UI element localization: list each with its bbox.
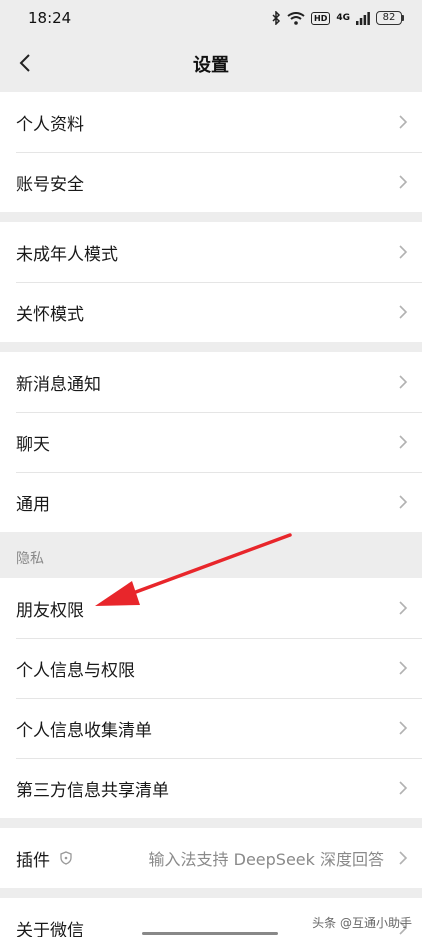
status-time: 18:24 [28,9,72,27]
general-group: 新消息通知 聊天 通用 [0,352,422,532]
battery-level: 82 [376,11,402,25]
settings-item-label: 关怀模式 [16,304,84,325]
settings-item-personal-info-permissions[interactable]: 个人信息与权限 [0,638,422,698]
settings-item-third-party-sharing-list[interactable]: 第三方信息共享清单 [0,758,422,818]
chevron-right-icon [399,305,408,319]
settings-item-account-security[interactable]: 账号安全 [0,152,422,212]
status-bar: 18:24 HD 4G 82 [0,0,422,36]
chevron-right-icon [399,661,408,675]
account-group: 个人资料 账号安全 [0,92,422,212]
settings-item-label: 账号安全 [16,174,84,195]
settings-item-label: 个人资料 [16,114,84,135]
bluetooth-icon [272,11,281,25]
page-title: 设置 [193,55,229,76]
modes-group: 未成年人模式 关怀模式 [0,222,422,342]
chevron-right-icon [399,721,408,735]
settings-item-care-mode[interactable]: 关怀模式 [0,282,422,342]
back-button[interactable] [10,48,40,78]
settings-item-profile[interactable]: 个人资料 [0,92,422,152]
settings-item-label: 新消息通知 [16,374,101,395]
settings-item-label: 未成年人模式 [16,244,118,265]
plugins-group: 插件 输入法支持 DeepSeek 深度回答 [0,828,422,888]
privacy-group: 朋友权限 个人信息与权限 个人信息收集清单 第三方信息共享清单 [0,578,422,818]
chevron-right-icon [399,781,408,795]
chevron-right-icon [399,375,408,389]
privacy-section-header: 隐私 [16,551,44,567]
shield-icon [60,851,72,865]
chevron-right-icon [399,601,408,615]
settings-item-label: 通用 [16,494,50,515]
chevron-right-icon [399,245,408,259]
wifi-icon [287,11,305,25]
status-icons: HD 4G 82 [272,11,404,25]
settings-item-label: 朋友权限 [16,600,84,621]
chevron-right-icon [399,175,408,189]
settings-item-label: 关于微信 [16,920,84,937]
settings-item-general[interactable]: 通用 [0,472,422,532]
settings-item-minor-mode[interactable]: 未成年人模式 [0,222,422,282]
settings-item-info-collection-list[interactable]: 个人信息收集清单 [0,698,422,758]
chevron-right-icon [399,435,408,449]
settings-item-notifications[interactable]: 新消息通知 [0,352,422,412]
battery-icon: 82 [376,11,404,25]
settings-item-plugins[interactable]: 插件 输入法支持 DeepSeek 深度回答 [0,828,422,888]
settings-item-label: 第三方信息共享清单 [16,780,169,801]
settings-item-label: 个人信息收集清单 [16,720,152,741]
back-arrow-icon [19,54,30,72]
settings-item-label: 聊天 [16,434,50,455]
chevron-right-icon [399,851,408,865]
signal-icon [356,11,370,25]
chevron-right-icon [399,495,408,509]
home-indicator[interactable] [142,932,278,935]
chevron-right-icon [399,115,408,129]
watermark: 头条 @互通小助手 [312,916,412,930]
settings-item-chat[interactable]: 聊天 [0,412,422,472]
hd-badge: HD [311,11,331,25]
network-type: 4G [336,12,350,23]
plugins-value: 输入法支持 DeepSeek 深度回答 [148,850,384,869]
settings-item-label: 个人信息与权限 [16,660,135,681]
nav-bar: 设置 [0,36,422,92]
settings-item-label: 插件 [16,850,50,871]
settings-item-friend-permissions[interactable]: 朋友权限 [0,578,422,638]
